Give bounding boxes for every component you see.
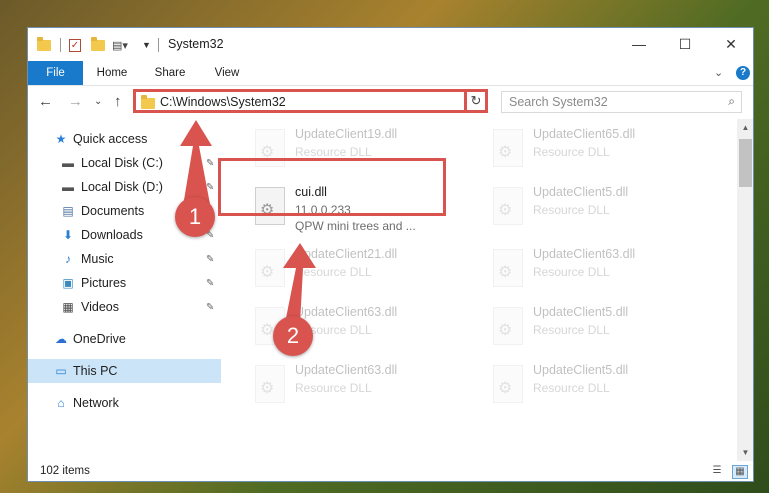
callout-number-2: 2	[273, 316, 313, 356]
tutorial-arrows	[180, 120, 316, 324]
arrow-1	[180, 120, 212, 204]
callout-number-1: 1	[175, 197, 215, 237]
arrow-2	[283, 243, 316, 324]
